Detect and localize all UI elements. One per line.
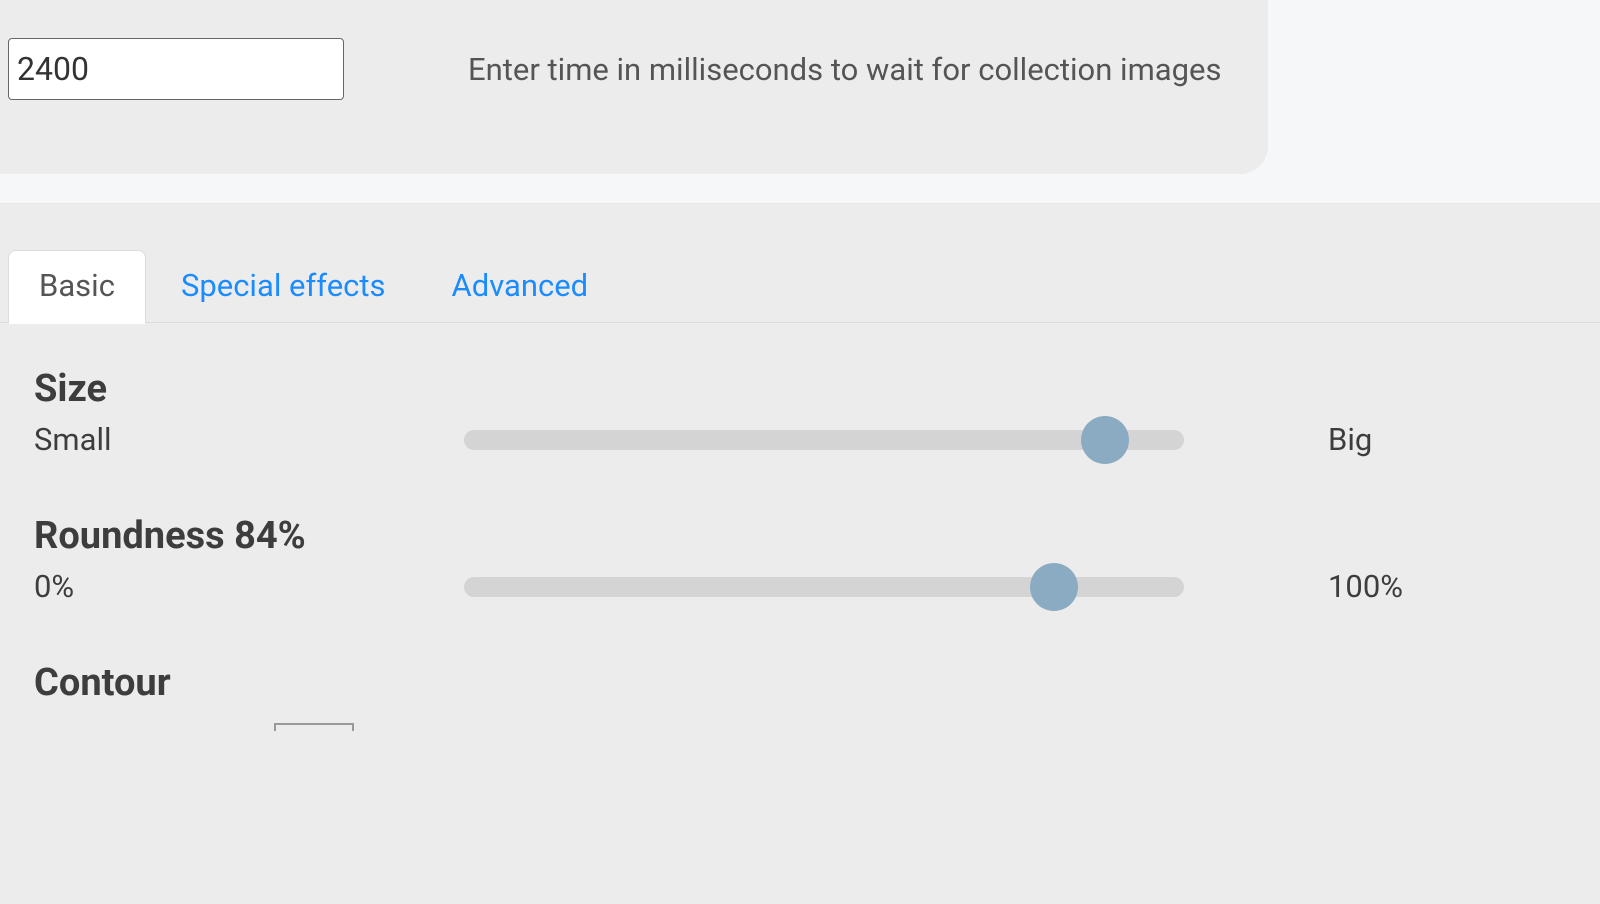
tab-special-effects[interactable]: Special effects xyxy=(150,250,417,322)
roundness-max-label: 100% xyxy=(1328,568,1403,605)
size-slider[interactable] xyxy=(464,430,1184,450)
tab-advanced[interactable]: Advanced xyxy=(421,250,620,322)
roundness-slider-thumb[interactable] xyxy=(1030,563,1078,611)
tab-basic[interactable]: Basic xyxy=(8,250,146,322)
settings-tabs: Basic Special effects Advanced xyxy=(0,250,1600,323)
collection-wait-time-input[interactable] xyxy=(8,38,344,100)
contour-input-partial[interactable] xyxy=(274,723,354,731)
size-slider-track xyxy=(464,430,1184,450)
size-max-label: Big xyxy=(1328,421,1372,458)
size-slider-row: Small Big xyxy=(34,421,1566,458)
roundness-setting: Roundness 84% 0% 100% xyxy=(34,514,1566,605)
size-setting: Size Small Big xyxy=(34,367,1566,458)
roundness-heading: Roundness 84% xyxy=(34,514,1566,558)
size-slider-thumb[interactable] xyxy=(1081,416,1129,464)
time-input-row: Enter time in milliseconds to wait for c… xyxy=(8,0,1268,100)
roundness-min-label: 0% xyxy=(34,568,464,605)
panel-divider xyxy=(0,174,1600,204)
appearance-settings-panel: Basic Special effects Advanced Size Smal… xyxy=(0,204,1600,904)
contour-setting: Contour xyxy=(34,661,1566,731)
top-settings-panel: Enter time in milliseconds to wait for c… xyxy=(0,0,1268,174)
size-heading: Size xyxy=(34,367,1566,411)
roundness-slider[interactable] xyxy=(464,577,1184,597)
basic-tab-content: Size Small Big Roundness 84% 0% 100% xyxy=(0,323,1600,731)
roundness-slider-row: 0% 100% xyxy=(34,568,1566,605)
size-min-label: Small xyxy=(34,421,464,458)
contour-heading: Contour xyxy=(34,661,1566,705)
collection-wait-time-hint: Enter time in milliseconds to wait for c… xyxy=(468,51,1221,88)
